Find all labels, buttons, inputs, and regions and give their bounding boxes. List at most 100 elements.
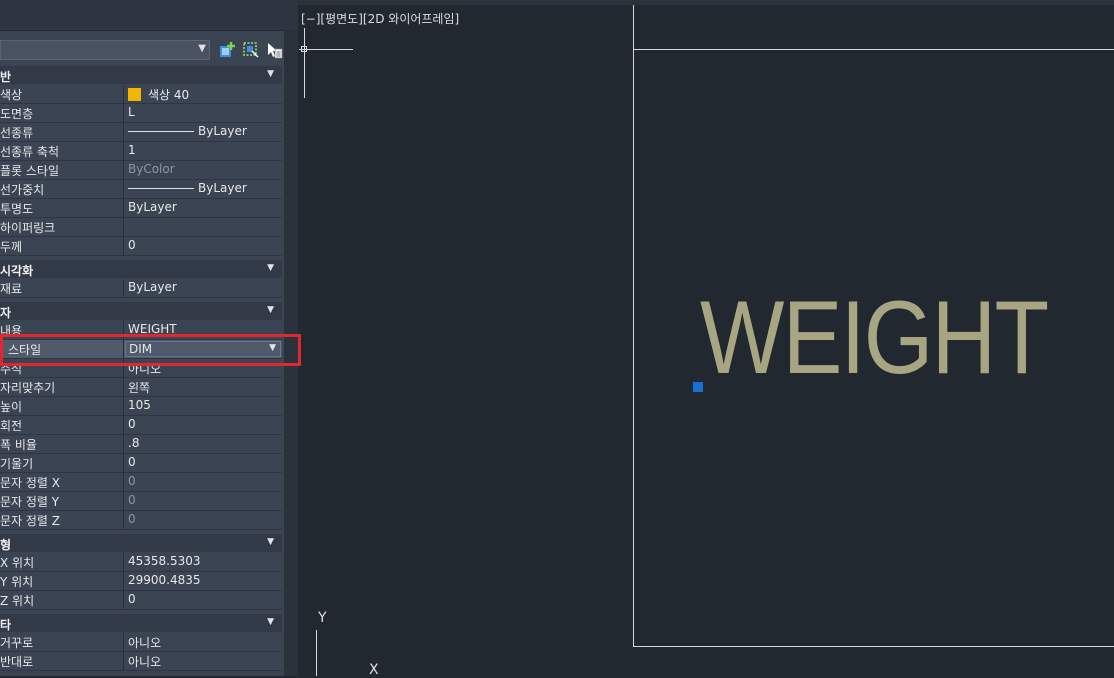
property-row-text-align-z[interactable]: 문자 정렬 Z 0 <box>0 511 282 530</box>
column-divider <box>123 104 124 122</box>
ucs-y-axis <box>316 630 317 676</box>
chevron-down-icon[interactable]: ▼ <box>267 617 274 627</box>
category-misc[interactable]: 타 ▼ <box>0 614 282 632</box>
column-divider <box>123 180 124 198</box>
property-value: 0 <box>128 417 136 431</box>
select-objects-icon[interactable] <box>242 41 260 59</box>
category-geometry[interactable]: 형 ▼ <box>0 534 282 552</box>
chevron-down-icon[interactable]: ▼ <box>267 305 274 315</box>
property-row-lineweight[interactable]: 선가중치 ByLayer <box>0 180 282 199</box>
property-key: 높이 <box>0 400 23 414</box>
column-divider <box>123 572 124 590</box>
property-row-height[interactable]: 높이 105 <box>0 397 282 416</box>
toggle-pickadd-icon[interactable] <box>219 41 237 59</box>
column-divider <box>123 633 124 651</box>
column-divider <box>123 237 124 255</box>
property-row-plot-style[interactable]: 플롯 스타일 ByColor <box>0 161 282 180</box>
property-row-upside-down[interactable]: 거꾸로 아니오 <box>0 633 282 652</box>
property-key: 내용 <box>0 324 23 338</box>
column-divider <box>123 359 124 377</box>
text-style-dropdown[interactable]: DIM ▼ <box>125 341 281 357</box>
crosshair-horizontal <box>299 49 353 50</box>
property-value: ByLayer <box>128 200 177 214</box>
drawing-frame-left <box>633 5 634 647</box>
lineweight-preview <box>128 188 194 189</box>
property-key: 거꾸로 <box>0 636 34 650</box>
text-insertion-grip[interactable] <box>693 382 703 392</box>
property-row-width-factor[interactable]: 폭 비율 .8 <box>0 435 282 454</box>
property-row-hyperlink[interactable]: 하이퍼링크 <box>0 218 282 237</box>
property-key: 플롯 스타일 <box>0 164 60 178</box>
property-row-linetype-scale[interactable]: 선종류 축척 1 <box>0 142 282 161</box>
palette-side-strip[interactable] <box>284 30 298 676</box>
property-value: ByLayer <box>128 181 247 195</box>
column-divider <box>123 142 124 160</box>
property-value: 29900.4835 <box>128 573 201 587</box>
property-key: 투명도 <box>0 202 34 216</box>
category-general[interactable]: 반 ▼ <box>0 66 282 84</box>
property-row-color[interactable]: 색상 색상 40 <box>0 85 282 104</box>
column-divider <box>123 492 124 510</box>
property-value: ByColor <box>128 162 175 176</box>
category-visualization[interactable]: 시각화 ▼ <box>0 260 282 278</box>
property-key: 색상 <box>0 88 23 102</box>
quick-select-icon[interactable] <box>265 41 283 59</box>
column-divider <box>123 321 124 339</box>
property-row-text-align-y[interactable]: 문자 정렬 Y 0 <box>0 492 282 511</box>
property-key: Y 위치 <box>0 575 34 589</box>
property-key: 문자 정렬 Z <box>0 514 61 528</box>
property-value: 아니오 <box>128 636 162 650</box>
property-key: 문자 정렬 Y <box>0 495 60 509</box>
property-value: 0 <box>128 474 136 488</box>
property-value: 1 <box>128 143 136 157</box>
property-row-style[interactable]: 스타일 DIM ▼ <box>0 340 282 359</box>
chevron-down-icon[interactable]: ▼ <box>269 343 276 353</box>
column-divider <box>123 397 124 415</box>
property-row-rotation[interactable]: 회전 0 <box>0 416 282 435</box>
property-key: 스타일 <box>8 343 42 357</box>
chevron-down-icon[interactable]: ▼ <box>267 69 274 79</box>
property-row-position-y[interactable]: Y 위치 29900.4835 <box>0 572 282 591</box>
property-key: X 위치 <box>0 556 35 570</box>
property-key: 기울기 <box>0 457 34 471</box>
property-row-text-align-x[interactable]: 문자 정렬 X 0 <box>0 473 282 492</box>
category-label: 자 <box>0 306 12 320</box>
text-object-weight[interactable]: WEIGHT <box>700 286 1049 390</box>
property-row-position-x[interactable]: X 위치 45358.5303 <box>0 553 282 572</box>
property-row-justify[interactable]: 자리맞추기 왼쪽 <box>0 378 282 397</box>
property-key: 반대로 <box>0 655 34 669</box>
property-row-material[interactable]: 재료 ByLayer <box>0 279 282 298</box>
property-value: 0 <box>128 238 136 252</box>
property-key: 폭 비율 <box>0 438 37 452</box>
property-row-backward[interactable]: 반대로 아니오 <box>0 652 282 671</box>
property-value: ByLayer <box>128 280 177 294</box>
chevron-down-icon[interactable]: ▼ <box>267 263 274 273</box>
object-type-dropdown[interactable]: ▼ <box>0 40 210 60</box>
column-divider <box>123 123 124 141</box>
column-divider <box>123 161 124 179</box>
property-row-linetype[interactable]: 선종류 ByLayer <box>0 123 282 142</box>
property-value: 0 <box>128 512 136 526</box>
property-row-thickness[interactable]: 두께 0 <box>0 237 282 256</box>
category-label: 시각화 <box>0 264 34 278</box>
property-key: Z 위치 <box>0 594 35 608</box>
property-key: 주석 <box>0 362 23 376</box>
viewport-controls-label[interactable]: [−][평면도][2D 와이어프레임] <box>301 10 459 27</box>
property-value: WEIGHT <box>128 322 177 336</box>
chevron-down-icon: ▼ <box>198 43 206 54</box>
dropdown-value: DIM <box>129 342 153 356</box>
category-label: 타 <box>0 618 12 632</box>
property-row-obliquing[interactable]: 기울기 0 <box>0 454 282 473</box>
category-label: 반 <box>0 70 12 84</box>
ucs-y-label: Y <box>318 610 327 626</box>
category-text[interactable]: 자 ▼ <box>0 302 282 320</box>
chevron-down-icon[interactable]: ▼ <box>267 537 274 547</box>
property-row-layer[interactable]: 도면층 L <box>0 104 282 123</box>
property-row-annotative[interactable]: 주석 아니오 <box>0 359 282 378</box>
property-row-position-z[interactable]: Z 위치 0 <box>0 591 282 610</box>
property-key: 재료 <box>0 282 23 296</box>
property-row-transparency[interactable]: 투명도 ByLayer <box>0 199 282 218</box>
crosshair-pickbox <box>301 46 307 52</box>
property-row-contents[interactable]: 내용 WEIGHT <box>0 321 282 340</box>
property-value: ByLayer <box>128 124 247 138</box>
